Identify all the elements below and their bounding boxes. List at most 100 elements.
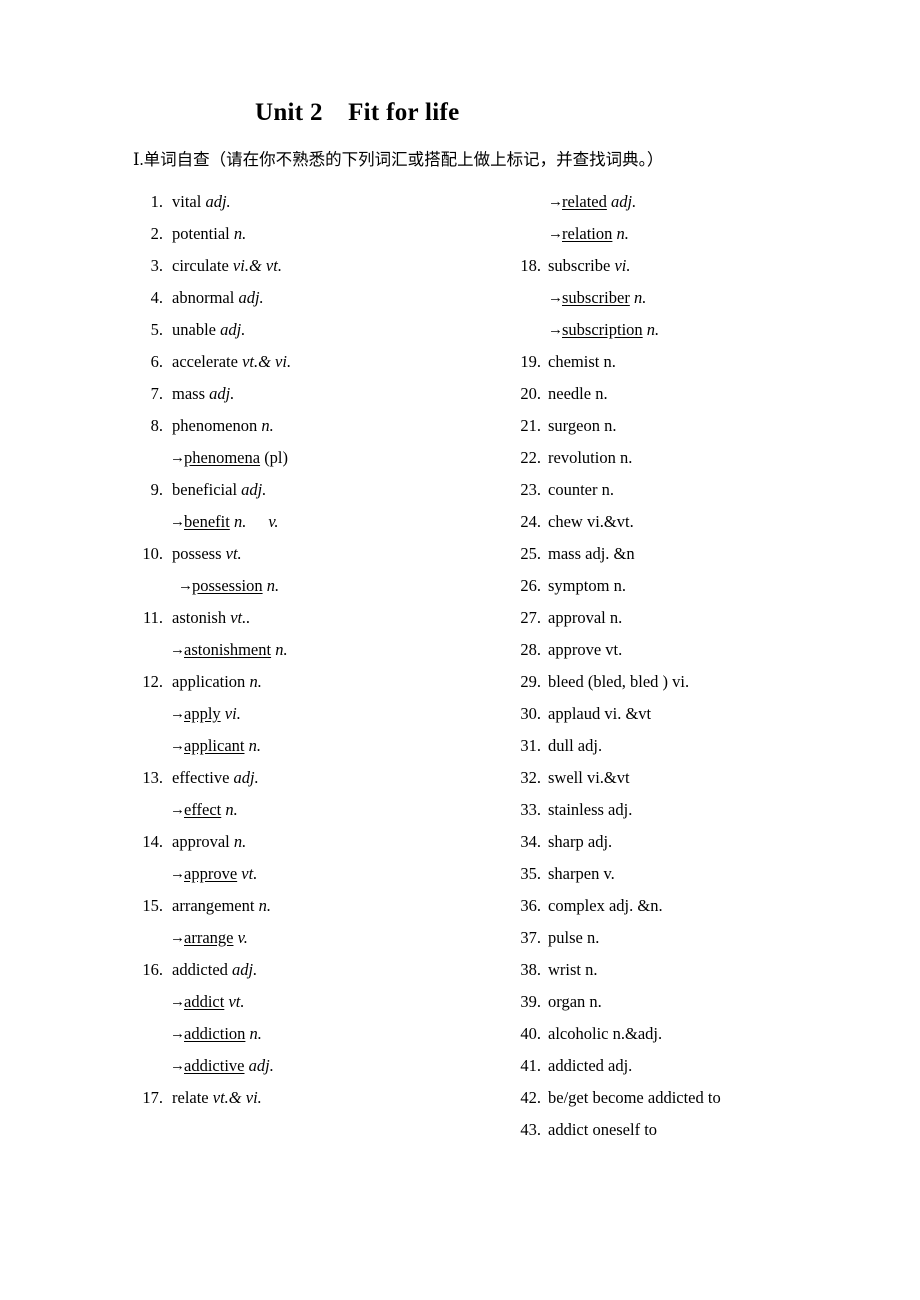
vocabulary-word: potential — [172, 224, 230, 243]
document-page: Unit 2 Fit for life Ⅰ.单词自查（请在你不熟悉的下列词汇或搭… — [0, 0, 920, 1300]
vocabulary-row: 31. dull adj. — [515, 730, 895, 762]
derived-form-row: →benefit n. v. — [133, 506, 493, 538]
vocabulary-row: 36. complex adj. &n. — [515, 890, 895, 922]
derived-word: possession — [192, 576, 263, 595]
arrow-icon: → — [548, 322, 563, 338]
vocabulary-word: subscribe — [548, 256, 611, 275]
item-number: 39. — [520, 992, 541, 1011]
vocabulary-word: revolution — [548, 448, 616, 467]
derived-form-row: →possession n. — [133, 570, 493, 602]
vocabulary-row: 7. mass adj. — [133, 378, 493, 410]
part-of-speech: n. — [642, 320, 660, 339]
vocabulary-row: 20. needle n. — [515, 378, 895, 410]
vocabulary-word: relate — [172, 1088, 209, 1107]
part-of-speech: n. — [597, 480, 614, 499]
vocabulary-row: 22. revolution n. — [515, 442, 895, 474]
arrow-icon: → — [170, 930, 185, 946]
part-of-speech: n. — [229, 832, 247, 851]
vocabulary-row: 18. subscribe vi. — [515, 250, 895, 282]
derived-word: addictive — [184, 1056, 245, 1075]
derived-form-row: →subscription n. — [515, 314, 895, 346]
vocabulary-row: 23. counter n. — [515, 474, 895, 506]
part-of-speech: adj. — [229, 768, 259, 787]
derived-form-row: →addict vt. — [133, 986, 493, 1018]
arrow-icon: → — [170, 802, 185, 818]
part-of-speech: adj. — [237, 480, 267, 499]
vocabulary-word: circulate — [172, 256, 229, 275]
part-of-speech: adj. — [227, 960, 258, 979]
vocabulary-word: counter — [548, 480, 598, 499]
vocabulary-word: chew — [548, 512, 583, 531]
part-of-speech: n. — [609, 576, 626, 595]
vocabulary-row: 1. vital adj. — [133, 186, 493, 218]
item-number: 4. — [150, 288, 163, 307]
vocabulary-row: 5. unable adj. — [133, 314, 493, 346]
part-of-speech: vt. — [224, 992, 245, 1011]
vocabulary-word: vital — [172, 192, 202, 211]
arrow-icon: → — [170, 1058, 185, 1074]
part-of-speech: (pl) — [260, 448, 289, 467]
vocabulary-row: 27. approval n. — [515, 602, 895, 634]
vocabulary-word: approval — [548, 608, 606, 627]
part-of-speech: adj. — [573, 736, 603, 755]
part-of-speech: vi. — [610, 256, 631, 275]
item-number: 34. — [520, 832, 541, 851]
derived-form-row: →apply vi. — [133, 698, 493, 730]
derived-word: apply — [184, 704, 221, 723]
vocabulary-row: 10. possess vt. — [133, 538, 493, 570]
vocabulary-word: arrangement — [172, 896, 255, 915]
vocabulary-row: 37. pulse n. — [515, 922, 895, 954]
item-number: 33. — [520, 800, 541, 819]
part-of-speech: n. — [257, 416, 274, 435]
derived-form-row: →relation n. — [515, 218, 895, 250]
item-number: 16. — [142, 960, 163, 979]
item-number: 38. — [520, 960, 541, 979]
vocabulary-row: 29. bleed (bled, bled ) vi. — [515, 666, 895, 698]
vocabulary-word: sharpen — [548, 864, 600, 883]
derived-word: addict — [184, 992, 225, 1011]
vocabulary-word: effective — [172, 768, 230, 787]
part-of-speech: n. — [591, 384, 608, 403]
part-of-speech: n. — [581, 960, 598, 979]
item-number: 1. — [150, 192, 163, 211]
vocabulary-row: 13. effective adj. — [133, 762, 493, 794]
part-of-speech: n. — [221, 800, 238, 819]
part-of-speech: n.&adj. — [608, 1024, 663, 1043]
derived-word: applicant — [184, 736, 245, 755]
derived-word: related — [562, 192, 607, 211]
item-number: 42. — [520, 1088, 541, 1107]
vocabulary-word: swell — [548, 768, 583, 787]
part-of-speech: adj. &n. — [604, 896, 663, 915]
vocabulary-word: astonish — [172, 608, 227, 627]
vocabulary-row: 38. wrist n. — [515, 954, 895, 986]
vocabulary-row: 21. surgeon n. — [515, 410, 895, 442]
item-number: 2. — [150, 224, 163, 243]
part-of-speech: vt.. — [226, 608, 251, 627]
vocabulary-word: be/get become addicted to — [548, 1088, 721, 1107]
vocabulary-word: possess — [172, 544, 222, 563]
part-of-speech: adj. — [603, 1056, 633, 1075]
part-of-speech: n. — [585, 992, 602, 1011]
part-of-speech: vi.& vt. — [228, 256, 282, 275]
vocabulary-word: approve — [548, 640, 602, 659]
vocabulary-word: symptom — [548, 576, 610, 595]
vocabulary-word: needle — [548, 384, 592, 403]
arrow-icon: → — [548, 226, 563, 242]
item-number: 29. — [520, 672, 541, 691]
derived-form-row: →approve vt. — [133, 858, 493, 890]
derived-word: addiction — [184, 1024, 246, 1043]
item-number: 5. — [150, 320, 163, 339]
part-of-speech: vi. &vt — [600, 704, 652, 723]
arrow-icon: → — [170, 706, 185, 722]
vocabulary-row: 32. swell vi.&vt — [515, 762, 895, 794]
item-number: 32. — [520, 768, 541, 787]
vocabulary-row: 12. application n. — [133, 666, 493, 698]
vocabulary-word: bleed (bled, bled ) — [548, 672, 669, 691]
vocabulary-word: application — [172, 672, 246, 691]
item-number: 43. — [520, 1120, 541, 1139]
part-of-speech: n. — [599, 352, 616, 371]
vocabulary-row: 8. phenomenon n. — [133, 410, 493, 442]
part-of-speech: adj. — [583, 832, 613, 851]
derived-form-row: →astonishment n. — [133, 634, 493, 666]
item-number: 7. — [150, 384, 163, 403]
